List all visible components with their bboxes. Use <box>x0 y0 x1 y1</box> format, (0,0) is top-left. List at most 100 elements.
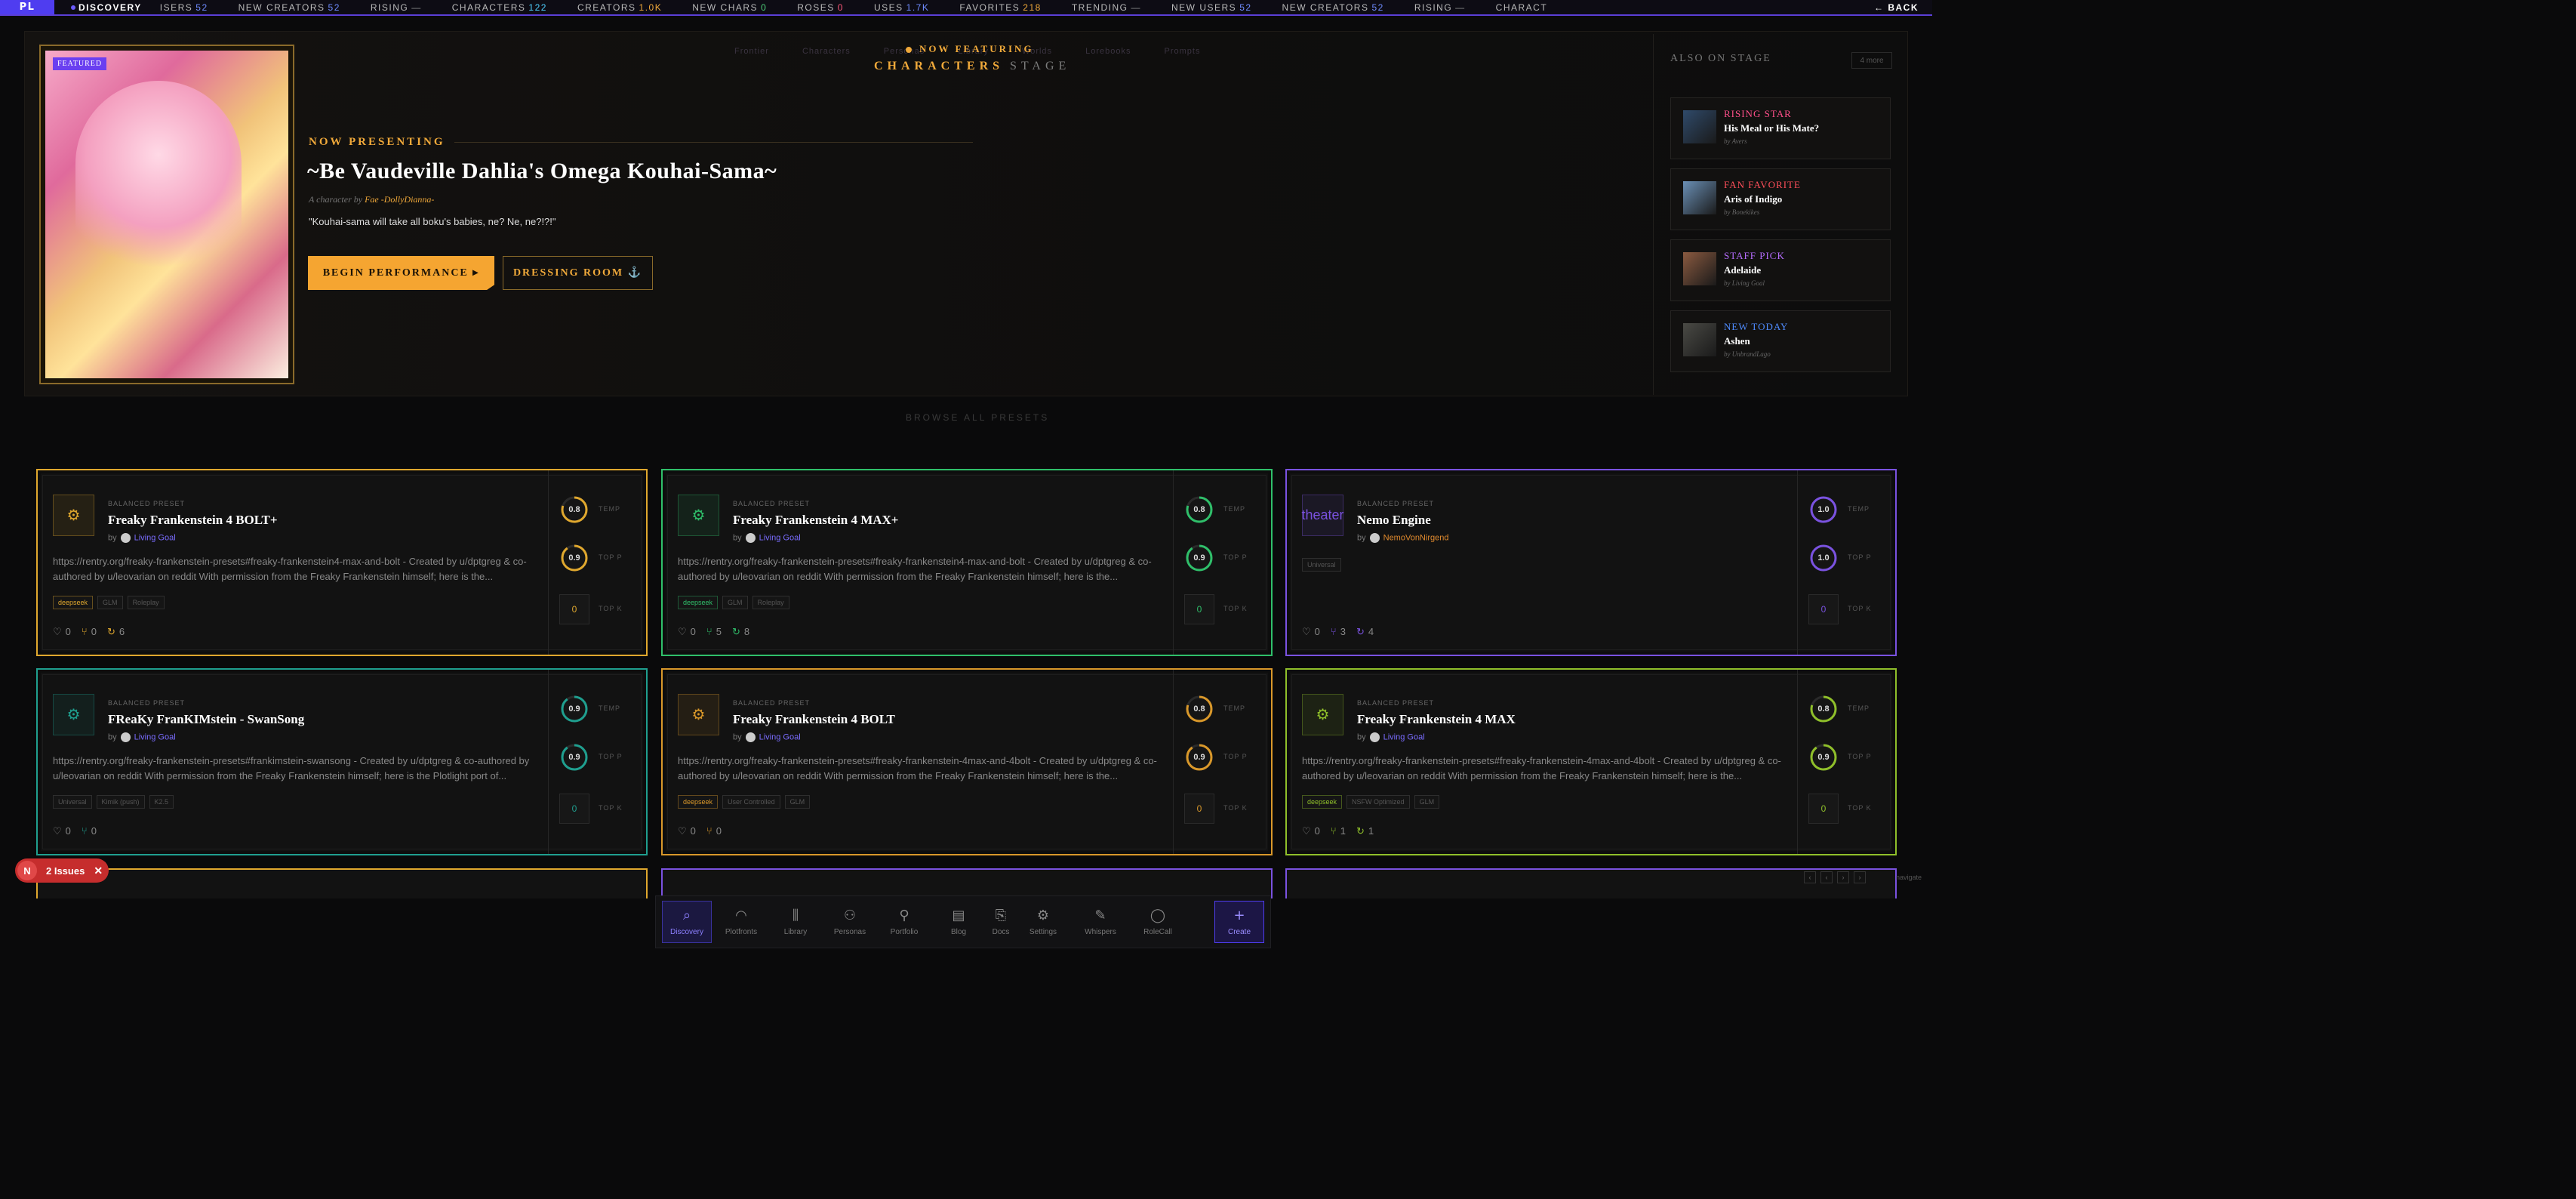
also-on-stage-card[interactable]: STAFF PICK Adelaide by Living Goal <box>1670 239 1891 301</box>
ticker-key: NEW CREATORS <box>238 2 325 13</box>
preset-card[interactable]: theater BALANCED PRESET Nemo Engine by NemoV… <box>1285 469 1897 656</box>
stat-uses[interactable]: ↻ 8 <box>732 626 749 638</box>
featured-poster[interactable] <box>39 45 294 384</box>
ticker-item: NEW CHARS 0 <box>692 2 767 13</box>
preset-author-link[interactable]: NemoVonNirgend <box>1383 533 1449 542</box>
stat-forks[interactable]: ⑂ 5 <box>706 626 722 638</box>
preset-author-link[interactable]: Living Goal <box>134 533 176 542</box>
browse-all-presets-link[interactable]: BROWSE ALL PRESETS <box>906 412 1049 423</box>
dock-item-settings[interactable]: ⚙ Settings <box>1018 901 1068 943</box>
preset-card[interactable]: ⚙ BALANCED PRESET Freaky Frankenstein 4 MA… <box>661 469 1273 656</box>
preset-tag[interactable]: GLM <box>1414 795 1440 809</box>
ticker-value: 0 <box>761 2 768 13</box>
stat-likes[interactable]: ♡ 0 <box>678 825 696 837</box>
preset-tag[interactable]: K2.5 <box>149 795 174 809</box>
top-k-label: TOP K <box>599 605 623 612</box>
dock-item-rolecall[interactable]: ◯ RoleCall <box>1133 901 1183 943</box>
stat-forks[interactable]: ⑂ 1 <box>1331 825 1346 837</box>
more-button[interactable]: 4 more <box>1851 52 1892 69</box>
preset-author-link[interactable]: Living Goal <box>134 732 176 741</box>
preset-tag[interactable]: deepseek <box>678 596 719 609</box>
theater-icon: theater <box>1301 495 1344 536</box>
stat-value: 0 <box>91 825 97 837</box>
preset-tag[interactable]: Universal <box>53 795 92 809</box>
preset-tag[interactable]: GLM <box>722 596 748 609</box>
preset-tags: deepseek GLM Roleplay <box>678 596 789 609</box>
fork-icon: ⑂ <box>1330 825 1337 837</box>
pager-button[interactable]: ‹ <box>1820 871 1833 883</box>
preset-stats: ♡ 0 ⑂ 5 ↻ 8 <box>678 626 749 638</box>
preset-tag[interactable]: deepseek <box>53 596 94 609</box>
also-on-stage-card[interactable]: FAN FAVORITE Aris of Indigo by Bonekikes <box>1670 168 1891 230</box>
preset-card[interactable]: ⚙ BALANCED PRESET Freaky Frankenstein 4 BO… <box>36 469 648 656</box>
stat-forks[interactable]: ⑂ 0 <box>82 825 97 837</box>
top-p-label: TOP P <box>1848 753 1872 760</box>
brain-icon: ⚙ <box>1302 694 1343 735</box>
preset-tag[interactable]: Roleplay <box>127 596 165 609</box>
featured-author-link[interactable]: Fae -DollyDianna- <box>365 194 434 205</box>
stat-likes[interactable]: ♡ 0 <box>1302 825 1320 837</box>
pager-button[interactable]: › <box>1837 871 1849 883</box>
also-on-stage-card[interactable]: NEW TODAY Ashen by UnbrandLago <box>1670 310 1891 372</box>
preset-tag[interactable]: Roleplay <box>752 596 789 609</box>
preset-tag[interactable]: User Controlled <box>722 795 780 809</box>
preset-card-peek[interactable] <box>36 868 648 898</box>
stat-value: 4 <box>1368 626 1374 637</box>
preset-author-link[interactable]: Living Goal <box>1383 732 1425 741</box>
begin-performance-button[interactable]: BEGIN PERFORMANCE ▸ <box>308 256 494 290</box>
stat-forks[interactable]: ⑂ 3 <box>1331 626 1346 638</box>
dock-label: Blog <box>950 928 966 936</box>
create-icon: + <box>1233 908 1245 923</box>
dressing-room-button[interactable]: DRESSING ROOM ⚓ <box>503 256 653 290</box>
preset-tag[interactable]: Kimik (push) <box>96 795 145 809</box>
preset-card-peek[interactable] <box>661 868 1273 898</box>
featured-quote: "Kouhai-sama will take all boku's babies… <box>309 216 556 227</box>
preset-tag[interactable]: deepseek <box>1302 795 1343 809</box>
top-p-value: 0.9 <box>568 553 580 563</box>
stat-uses[interactable]: ↻ 1 <box>1356 825 1374 837</box>
dock-label: Library <box>783 928 808 936</box>
also-on-stage-card[interactable]: RISING STAR His Meal or His Mate? by Avers <box>1670 97 1891 159</box>
dock-item-whispers[interactable]: ✎ Whispers <box>1076 901 1125 943</box>
preset-card[interactable]: ⚙ BALANCED PRESET Freaky Frankenstein 4 BO… <box>661 668 1273 855</box>
preset-tag[interactable]: Universal <box>1302 558 1341 572</box>
preset-tag[interactable]: GLM <box>784 795 811 809</box>
app-logo[interactable]: PL <box>0 0 54 14</box>
preset-author-link[interactable]: Living Goal <box>759 533 801 542</box>
stat-forks[interactable]: ⑂ 0 <box>82 626 97 638</box>
stat-likes[interactable]: ♡ 0 <box>1302 626 1320 638</box>
dock-item-personas[interactable]: ⚇ Personas <box>825 901 875 943</box>
preset-tag[interactable]: NSFW Optimized <box>1346 795 1410 809</box>
stat-forks[interactable]: ⑂ 0 <box>706 825 722 837</box>
stat-likes[interactable]: ♡ 0 <box>53 626 71 638</box>
preset-stats: ♡ 0 ⑂ 1 ↻ 1 <box>1302 825 1374 837</box>
preset-card[interactable]: ⚙ BALANCED PRESET FReaKy FranKIMstein - Sw… <box>36 668 648 855</box>
pager-button[interactable]: › <box>1854 871 1866 883</box>
dock-item-plotfronts[interactable]: ◠ Plotfronts <box>716 901 766 943</box>
issues-badge[interactable]: N 2 Issues ✕ <box>15 858 109 883</box>
card-author: by Avers <box>1724 137 1747 145</box>
dock-item-library[interactable]: ⫼ Library <box>771 901 820 943</box>
back-button[interactable]: ← BACK <box>1864 0 1919 14</box>
close-icon[interactable]: ✕ <box>94 865 103 877</box>
preset-tag[interactable]: GLM <box>97 596 123 609</box>
preset-tag[interactable]: deepseek <box>678 795 719 809</box>
ticker-item: RISING — <box>371 2 422 13</box>
stat-uses[interactable]: ↻ 4 <box>1356 626 1374 638</box>
stat-uses[interactable]: ↻ 6 <box>107 626 125 638</box>
preset-params: 0.8 TEMP 0.9 TOP P 0 TOP K <box>1797 670 1895 854</box>
stat-value: 1 <box>1340 825 1346 837</box>
pager-button[interactable]: ‹ <box>1804 871 1816 883</box>
preset-title: FReaKy FranKIMstein - SwanSong <box>108 712 305 726</box>
stat-likes[interactable]: ♡ 0 <box>678 626 696 638</box>
temp-value: 1.0 <box>1817 505 1830 514</box>
preset-params: 0.8 TEMP 0.9 TOP P 0 TOP K <box>1173 470 1271 655</box>
preset-card[interactable]: ⚙ BALANCED PRESET Freaky Frankenstein 4 MA… <box>1285 668 1897 855</box>
ticker-key: NEW USERS <box>1171 2 1237 13</box>
dock-item-portfolio[interactable]: ⚲ Portfolio <box>879 901 929 943</box>
dock-item-create[interactable]: + Create <box>1214 901 1264 943</box>
dock-item-discovery[interactable]: ⌕ Discovery <box>662 901 712 943</box>
preset-author-link[interactable]: Living Goal <box>759 732 801 741</box>
stat-likes[interactable]: ♡ 0 <box>53 825 71 837</box>
avatar <box>120 533 131 543</box>
